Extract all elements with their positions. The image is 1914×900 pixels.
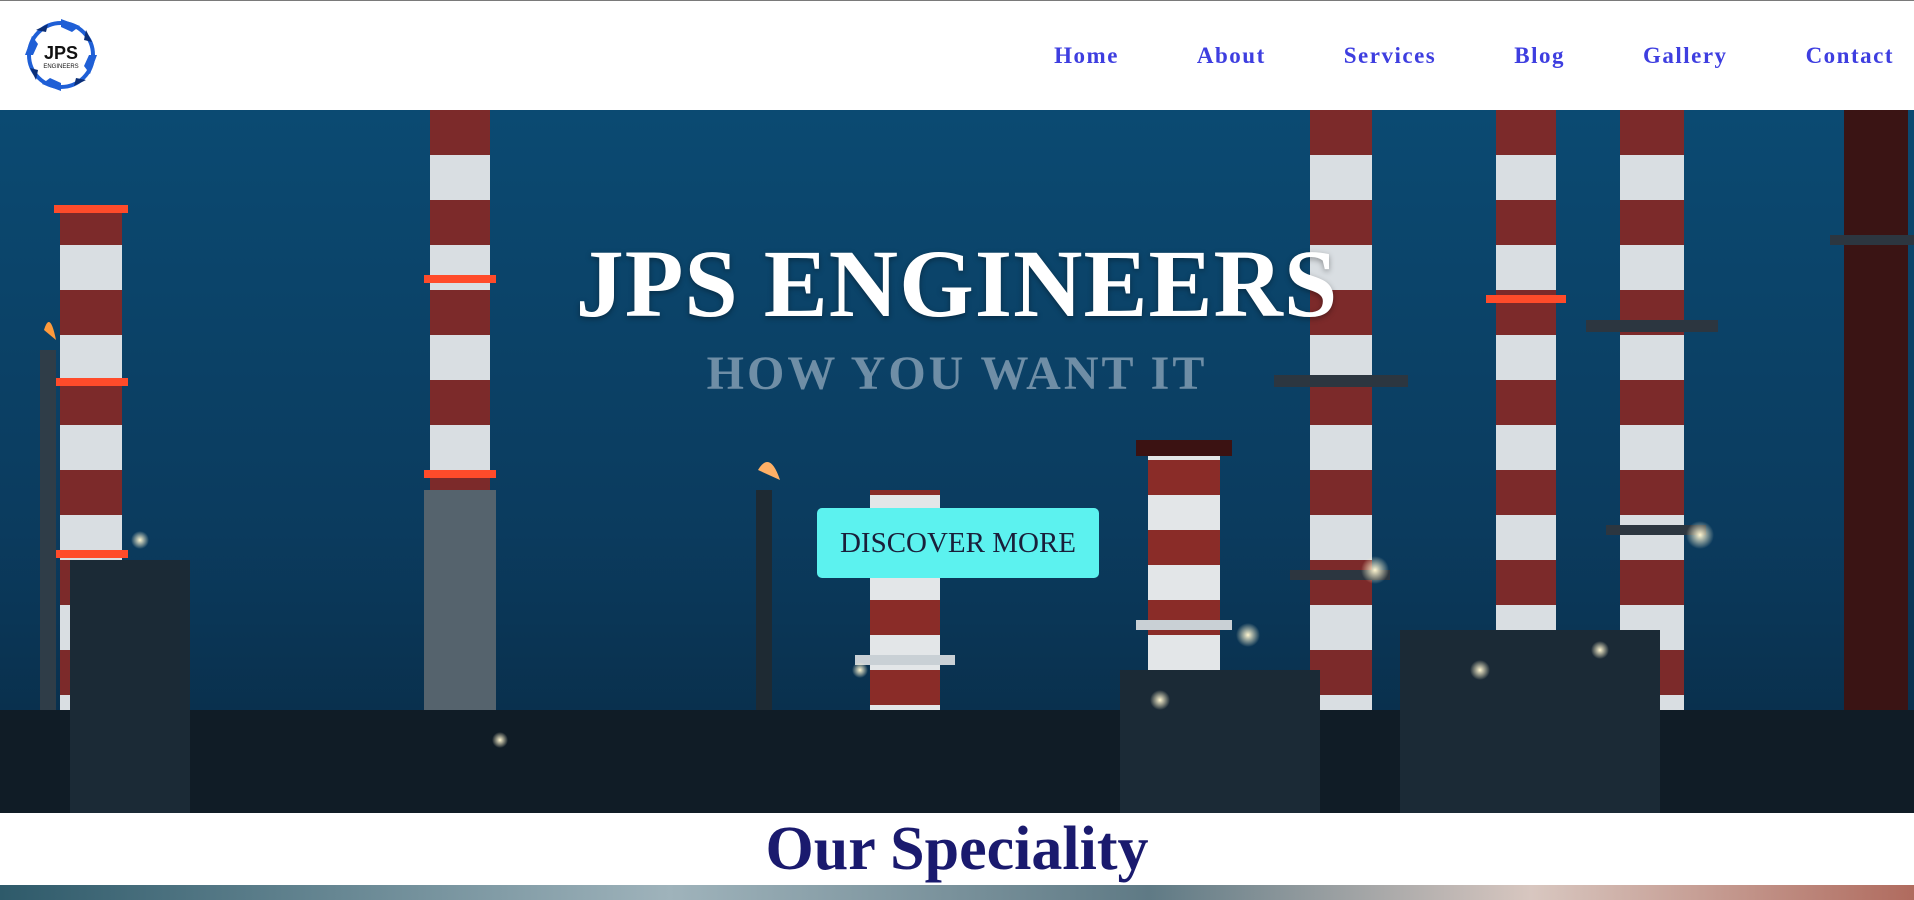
hero-section: JPS ENGINEERS HOW YOU WANT IT DISCOVER M… [0, 110, 1914, 813]
nav-gallery[interactable]: Gallery [1643, 44, 1728, 67]
nav-contact[interactable]: Contact [1806, 44, 1894, 67]
refinery-background-image [0, 110, 1914, 813]
nav-home[interactable]: Home [1054, 44, 1119, 67]
speciality-section: Our Speciality [0, 813, 1914, 885]
logo-subtext: ENGINEERS [43, 64, 78, 70]
nav-about[interactable]: About [1197, 44, 1266, 67]
logo-link[interactable]: JPS ENGINEERS [22, 16, 100, 94]
nav-services[interactable]: Services [1344, 44, 1436, 67]
nav-blog[interactable]: Blog [1514, 44, 1565, 67]
speciality-title: Our Speciality [765, 815, 1149, 883]
jps-logo-icon: JPS ENGINEERS [25, 19, 97, 91]
logo-text: JPS [44, 43, 78, 63]
speciality-image [0, 885, 1914, 900]
site-header: JPS ENGINEERS Home About Services Blog G… [0, 1, 1914, 110]
main-nav: Home About Services Blog Gallery Contact [976, 1, 1894, 110]
hero-subtitle: HOW YOU WANT IT [706, 347, 1208, 400]
hero-title: JPS ENGINEERS [575, 230, 1339, 337]
speciality-image-strip [0, 885, 1914, 900]
discover-more-button[interactable]: DISCOVER MORE [817, 508, 1099, 578]
